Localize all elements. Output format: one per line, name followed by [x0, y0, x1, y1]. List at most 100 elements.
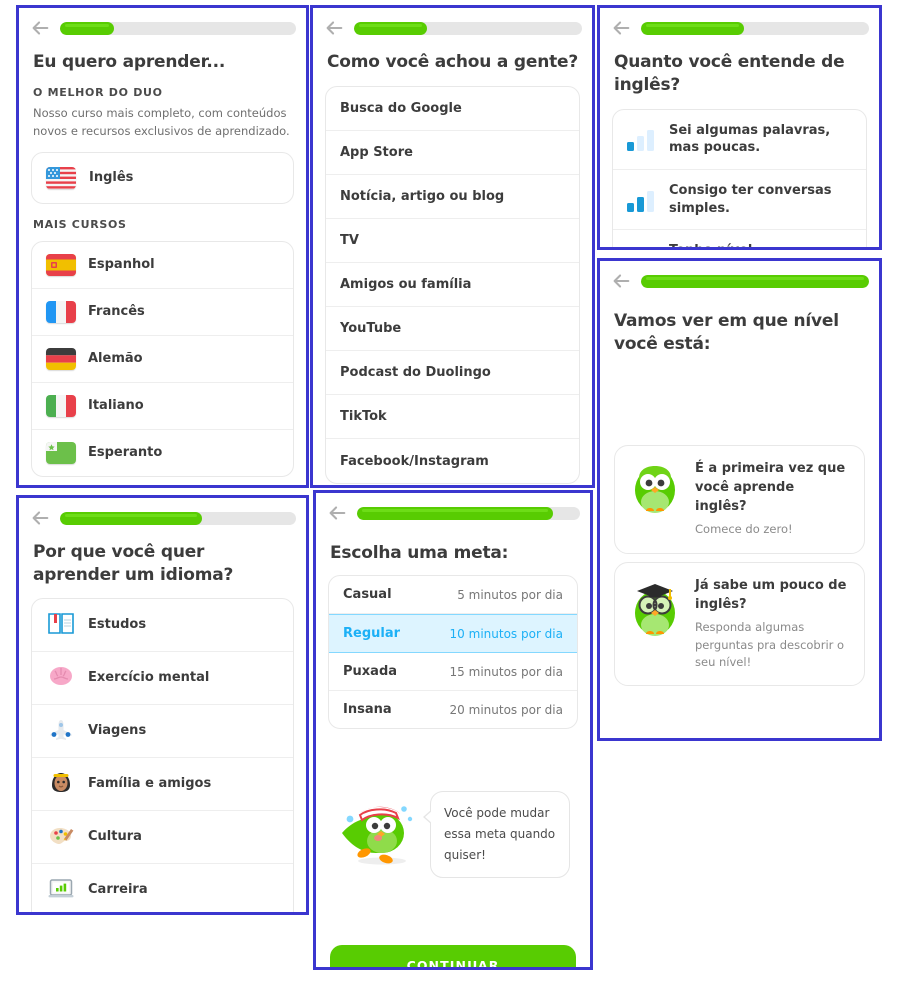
level-bars-icon	[627, 127, 657, 152]
progress-fill	[354, 21, 427, 35]
motivation-list: Estudos Exercício mental Viagens Família…	[31, 597, 294, 912]
panel-placement: Vamos ver em que nível você está: É a pr…	[597, 258, 882, 741]
course-option-spanish[interactable]: Espanhol	[32, 242, 293, 289]
option-label: Sei algumas palavras, mas poucas.	[669, 122, 831, 156]
course-option-english[interactable]: Inglês	[31, 151, 294, 204]
motivation-option-culture[interactable]: Cultura	[32, 811, 293, 864]
motivation-option-brain[interactable]: Exercício mental	[32, 652, 293, 705]
es-flag-icon	[46, 253, 76, 276]
art-palette-icon	[46, 823, 76, 851]
option-label: Viagens	[88, 723, 147, 739]
goal-list: Casual 5 minutos por dia Regular 10 minu…	[328, 575, 578, 730]
goal-time: 5 minutos por dia	[457, 587, 563, 602]
continue-button[interactable]: CONTINUAR	[330, 945, 576, 967]
goal-option-puxada[interactable]: Puxada 15 minutos por dia	[329, 653, 577, 692]
best-section-description: Nosso curso mais completo, com conteúdos…	[33, 106, 290, 138]
laptop-chart-icon	[46, 876, 76, 904]
proficiency-option-3[interactable]: Tenho nível intermediário ou avançado.	[613, 230, 866, 247]
topbar	[600, 261, 879, 296]
acquisition-option-friends[interactable]: Amigos ou família	[326, 263, 579, 308]
placement-option-experienced[interactable]: Já sabe um pouco de inglês? Responda alg…	[614, 561, 865, 687]
motivation-option-travel[interactable]: Viagens	[32, 705, 293, 758]
goal-name: Insana	[343, 702, 392, 718]
course-label: Alemão	[88, 351, 143, 367]
acquisition-option-appstore[interactable]: App Store	[326, 131, 579, 176]
option-label: Carreira	[88, 882, 148, 898]
back-arrow-icon[interactable]	[326, 502, 348, 524]
option-label: Família e amigos	[88, 776, 212, 792]
panel-goal: Escolha uma meta: Casual 5 minutos por d…	[313, 490, 593, 970]
topbar	[19, 498, 306, 533]
progress-fill	[60, 511, 202, 525]
goal-time: 10 minutos por dia	[449, 626, 563, 641]
goal-option-regular[interactable]: Regular 10 minutos por dia	[329, 614, 577, 654]
option-label: Notícia, artigo ou blog	[340, 189, 505, 205]
page-title: Por que você quer aprender um idioma?	[33, 542, 234, 586]
motivation-option-career[interactable]: Carreira	[32, 864, 293, 912]
option-label: Tenho nível intermediário ou avançado.	[669, 242, 852, 247]
course-label: Esperanto	[88, 445, 163, 461]
acquisition-option-news[interactable]: Notícia, artigo ou blog	[326, 175, 579, 220]
goal-option-insana[interactable]: Insana 20 minutos por dia	[329, 691, 577, 728]
panel-acquisition: Como você achou a gente? Busca do Google…	[310, 5, 595, 488]
best-section-label: O MELHOR DO DUO	[33, 86, 163, 100]
course-option-french[interactable]: Francês	[32, 289, 293, 336]
page-title: Como você achou a gente?	[327, 52, 579, 72]
course-label: Espanhol	[88, 257, 155, 273]
progress-bar	[354, 21, 582, 35]
acquisition-option-google[interactable]: Busca do Google	[326, 87, 579, 132]
option-label: Facebook/Instagram	[340, 453, 489, 469]
acquisition-option-tv[interactable]: TV	[326, 219, 579, 264]
book-icon	[46, 611, 76, 639]
topbar	[316, 493, 590, 528]
brain-icon	[46, 664, 76, 692]
option-subtitle: Responda algumas perguntas pra descobrir…	[695, 620, 845, 669]
option-label: Podcast do Duolingo	[340, 365, 491, 381]
owl-running-icon	[330, 789, 430, 879]
de-flag-icon	[46, 347, 76, 370]
option-title: É a primeira vez que você aprende inglês…	[695, 460, 846, 514]
person-icon	[46, 770, 76, 798]
course-option-italian[interactable]: Italiano	[32, 383, 293, 430]
progress-fill	[60, 21, 115, 35]
placement-option-beginner[interactable]: É a primeira vez que você aprende inglês…	[614, 444, 865, 554]
goal-time: 15 minutos por dia	[449, 664, 563, 679]
back-arrow-icon[interactable]	[610, 270, 632, 292]
page-title: Quanto você entende de inglês?	[614, 52, 845, 96]
option-subtitle: Comece do zero!	[695, 522, 793, 537]
page-title: Vamos ver em que nível você está:	[614, 311, 839, 355]
acquisition-option-tiktok[interactable]: TikTok	[326, 395, 579, 440]
acquisition-option-facebook[interactable]: Facebook/Instagram	[326, 439, 579, 483]
progress-bar	[357, 506, 580, 520]
progress-fill	[641, 21, 744, 35]
acquisition-option-youtube[interactable]: YouTube	[326, 307, 579, 352]
eo-flag-icon	[46, 441, 76, 464]
back-arrow-icon[interactable]	[29, 17, 51, 39]
back-arrow-icon[interactable]	[610, 17, 632, 39]
course-label: Francês	[88, 304, 145, 320]
course-option-esperanto[interactable]: Esperanto	[32, 430, 293, 476]
progress-fill	[641, 274, 869, 288]
it-flag-icon	[46, 394, 76, 417]
option-label: Consigo ter conversas simples.	[669, 183, 832, 216]
option-label: Cultura	[88, 829, 142, 845]
progress-bar	[641, 274, 869, 288]
motivation-option-family[interactable]: Família e amigos	[32, 758, 293, 811]
page-title: Eu quero aprender...	[33, 52, 226, 72]
option-label: Exercício mental	[88, 670, 210, 686]
page-title: Escolha uma meta:	[330, 543, 509, 563]
option-title: Já sabe um pouco de inglês?	[695, 577, 847, 612]
back-arrow-icon[interactable]	[29, 507, 51, 529]
goal-option-casual[interactable]: Casual 5 minutos por dia	[329, 576, 577, 615]
course-option-german[interactable]: Alemão	[32, 336, 293, 383]
acquisition-option-podcast[interactable]: Podcast do Duolingo	[326, 351, 579, 396]
mascot-tip: Você pode mudar essa meta quando quiser!	[316, 783, 590, 879]
acquisition-list: Busca do Google App Store Notícia, artig…	[325, 86, 580, 485]
course-label: Italiano	[88, 398, 144, 414]
back-arrow-icon[interactable]	[323, 17, 345, 39]
motivation-option-studies[interactable]: Estudos	[32, 599, 293, 652]
proficiency-option-1[interactable]: Sei algumas palavras, mas poucas.	[613, 110, 866, 170]
tip-bubble: Você pode mudar essa meta quando quiser!	[423, 790, 570, 878]
proficiency-option-2[interactable]: Consigo ter conversas simples.	[613, 170, 866, 231]
option-label: TikTok	[340, 409, 387, 425]
